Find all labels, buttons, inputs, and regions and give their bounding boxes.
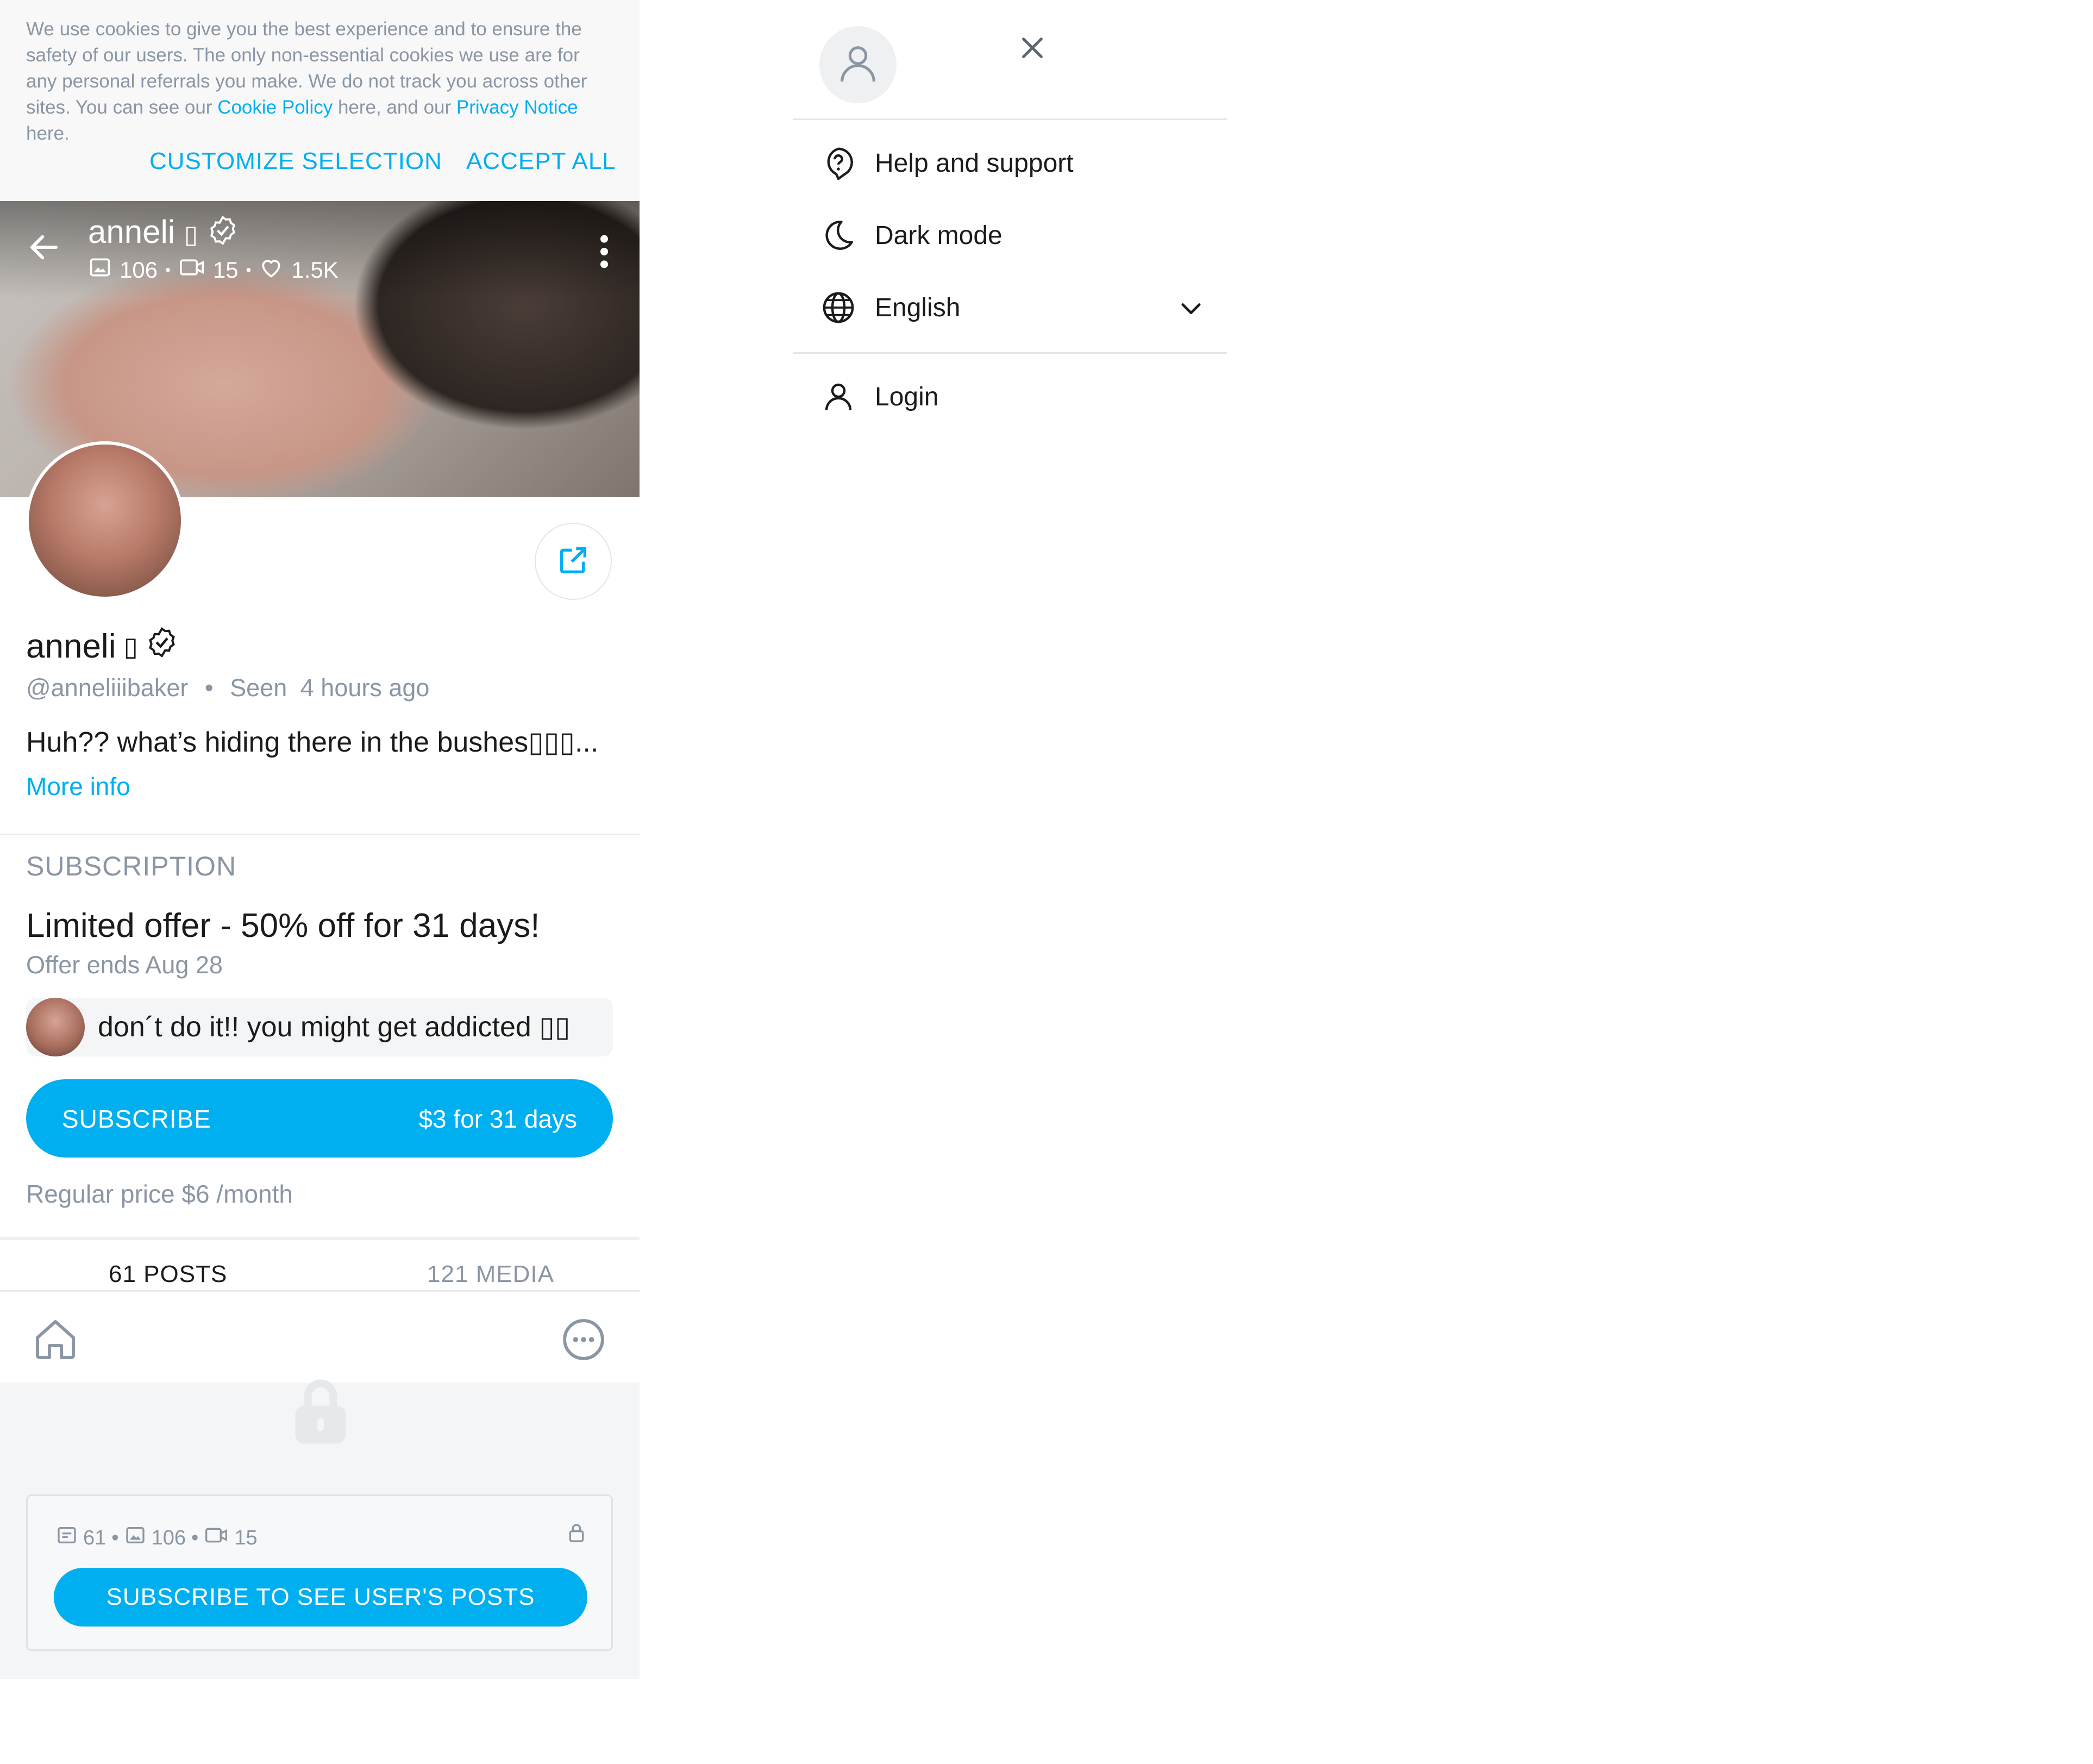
- divider: [0, 1237, 640, 1240]
- more-info-link[interactable]: More info: [26, 772, 130, 801]
- moon-icon: [819, 216, 857, 254]
- menu-divider: [793, 352, 1227, 354]
- subscribe-button[interactable]: SUBSCRIBE $3 for 31 days: [26, 1079, 613, 1158]
- menu-item-label: Dark mode: [875, 221, 1002, 250]
- avatar[interactable]: [26, 441, 184, 600]
- cover-stats: 106 • 15 • 1.5K: [88, 255, 339, 285]
- share-icon: [556, 543, 591, 580]
- tab-posts[interactable]: 61 POSTS: [109, 1261, 227, 1288]
- locked-stats: 61 • 106 • 15: [56, 1524, 258, 1552]
- user-icon: [819, 378, 857, 416]
- cover-name: anneli ▯: [88, 213, 239, 254]
- lock-watermark-icon: [283, 1377, 359, 1456]
- cookie-banner: We use cookies to give you the best expe…: [0, 0, 640, 201]
- video-icon: [178, 255, 205, 285]
- more-vertical-icon[interactable]: [593, 233, 615, 273]
- close-icon[interactable]: [1011, 26, 1054, 70]
- message-text: don´t do it!! you might get addicted ▯▯: [98, 1011, 571, 1043]
- menu-item-help[interactable]: Help and support: [819, 139, 1205, 187]
- side-menu: Help and support Dark mode English Login: [793, 0, 1227, 489]
- share-button[interactable]: [535, 523, 612, 600]
- globe-icon: [819, 289, 857, 327]
- handle-row: @anneliiibaker • Seen 4 hours ago: [26, 674, 430, 702]
- help-icon: [819, 144, 857, 182]
- menu-item-login[interactable]: Login: [819, 372, 1205, 421]
- image-icon: [124, 1524, 146, 1552]
- user-icon: [834, 40, 882, 90]
- bottom-nav: [0, 1290, 640, 1384]
- verified-icon: [146, 626, 178, 667]
- offer-title: Limited offer - 50% off for 31 days!: [26, 907, 540, 944]
- accept-all-button[interactable]: ACCEPT ALL: [466, 148, 616, 175]
- bio-text: Huh?? what’s hiding there in the bushes▯…: [26, 727, 599, 758]
- customize-selection-button[interactable]: CUSTOMIZE SELECTION: [149, 148, 442, 175]
- username: @anneliiibaker: [26, 674, 189, 702]
- divider: [0, 834, 640, 835]
- subscribe-label: SUBSCRIBE: [62, 1105, 211, 1133]
- cookie-text: We use cookies to give you the best expe…: [26, 18, 587, 144]
- regular-price: Regular price $6 /month: [26, 1180, 293, 1208]
- lock-icon: [566, 1521, 587, 1548]
- back-arrow-icon[interactable]: [26, 229, 62, 268]
- video-icon: [204, 1524, 229, 1552]
- tab-media[interactable]: 121 MEDIA: [427, 1261, 554, 1288]
- last-seen-time: 4 hours ago: [300, 674, 430, 702]
- privacy-notice-link[interactable]: Privacy Notice: [456, 97, 578, 118]
- profile-page: We use cookies to give you the best expe…: [0, 0, 640, 1679]
- creator-message: don´t do it!! you might get addicted ▯▯: [26, 998, 613, 1056]
- subscribe-price: $3 for 31 days: [418, 1105, 577, 1133]
- menu-item-dark-mode[interactable]: Dark mode: [819, 211, 1205, 260]
- menu-item-label: English: [875, 293, 961, 322]
- menu-item-label: Help and support: [875, 148, 1074, 178]
- cookie-policy-link[interactable]: Cookie Policy: [217, 97, 333, 118]
- post-icon: [56, 1524, 78, 1552]
- offer-ends: Offer ends Aug 28: [26, 951, 223, 979]
- message-avatar: [26, 998, 85, 1056]
- menu-item-language[interactable]: English: [819, 283, 1205, 332]
- menu-item-label: Login: [875, 382, 939, 411]
- heart-icon: [259, 255, 284, 285]
- subscription-heading: SUBSCRIPTION: [26, 851, 237, 881]
- profile-name: anneli ▯: [26, 626, 178, 667]
- menu-divider: [793, 118, 1227, 120]
- locked-posts-card: 61 • 106 • 15 SUBSCRIBE TO SEE USER'S POST…: [26, 1494, 613, 1651]
- image-icon: [88, 255, 112, 285]
- home-icon[interactable]: [32, 1316, 79, 1366]
- verified-icon: [207, 215, 239, 254]
- last-seen-label: Seen: [230, 674, 287, 702]
- subscribe-to-see-posts-button[interactable]: SUBSCRIBE TO SEE USER'S POSTS: [54, 1568, 587, 1627]
- menu-avatar[interactable]: [819, 26, 897, 103]
- chevron-down-icon[interactable]: [1177, 294, 1205, 325]
- more-icon[interactable]: [560, 1316, 607, 1366]
